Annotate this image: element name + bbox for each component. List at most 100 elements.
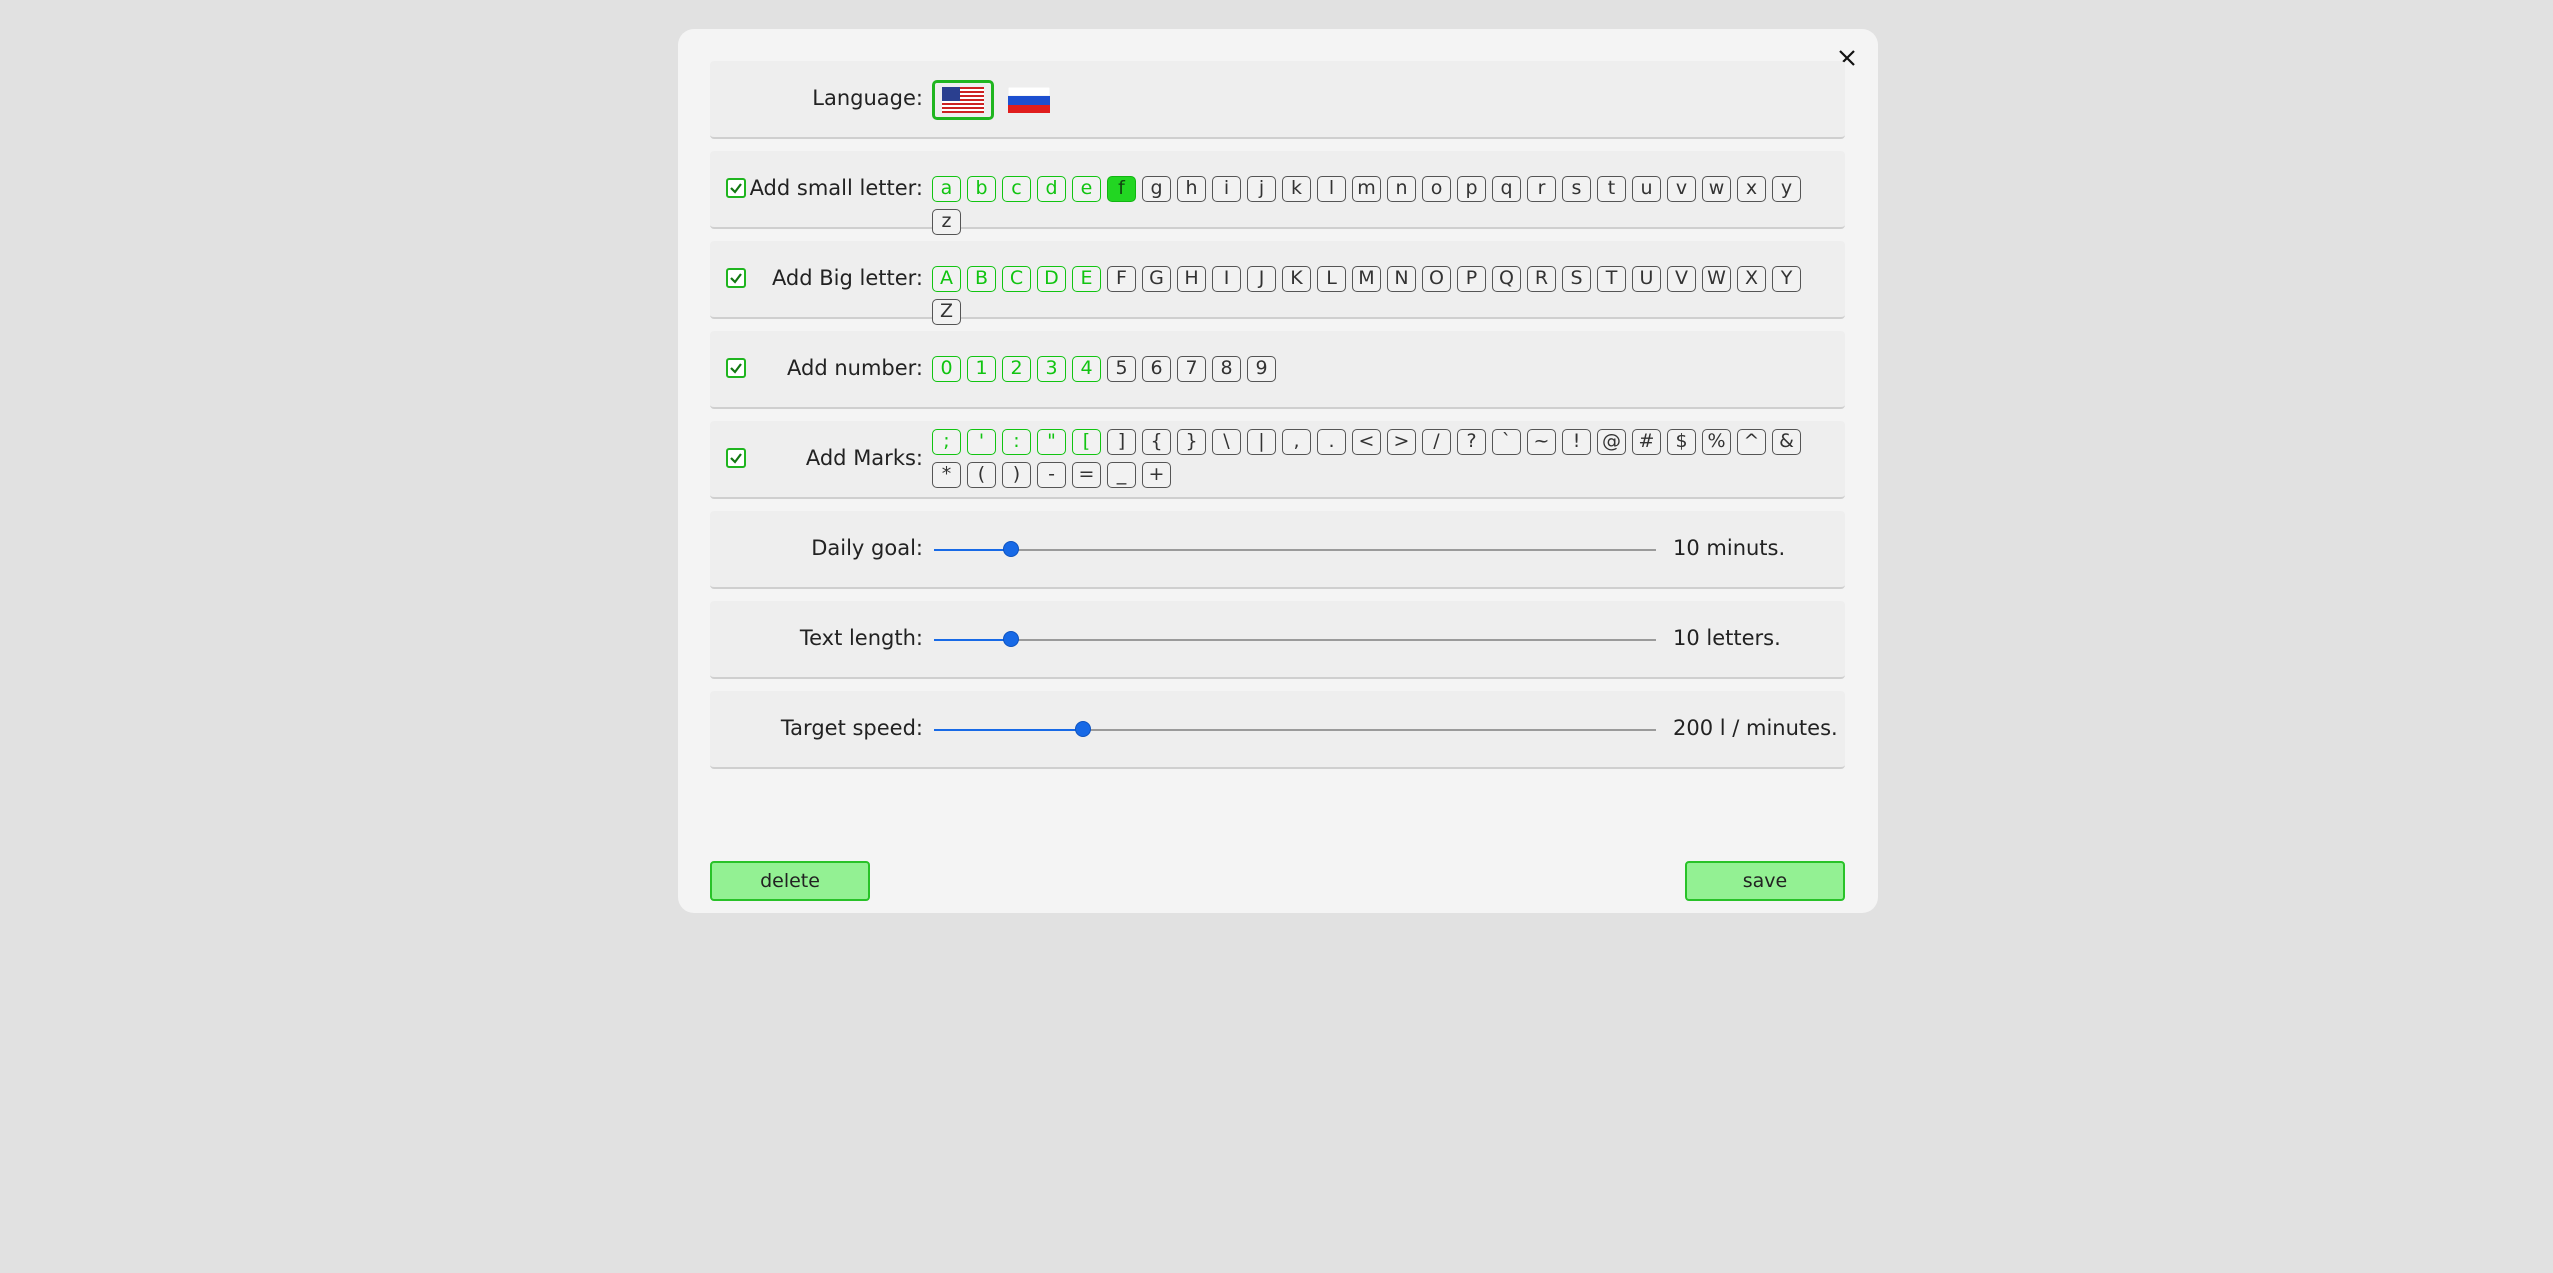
- key-button[interactable]: F: [1107, 266, 1136, 292]
- key-button[interactable]: _: [1107, 462, 1136, 488]
- key-button[interactable]: \: [1212, 429, 1241, 455]
- key-button[interactable]: 8: [1212, 356, 1241, 382]
- key-button[interactable]: .: [1317, 429, 1346, 455]
- key-button[interactable]: ]: [1107, 429, 1136, 455]
- key-button[interactable]: W: [1702, 266, 1731, 292]
- number-checkbox[interactable]: [726, 358, 746, 378]
- key-button[interactable]: !: [1562, 429, 1591, 455]
- key-button[interactable]: w: [1702, 176, 1731, 202]
- key-button[interactable]: &: [1772, 429, 1801, 455]
- key-button[interactable]: 6: [1142, 356, 1171, 382]
- key-button[interactable]: =: [1072, 462, 1101, 488]
- key-button[interactable]: ?: [1457, 429, 1486, 455]
- key-button[interactable]: D: [1037, 266, 1066, 292]
- key-button[interactable]: {: [1142, 429, 1171, 455]
- key-button[interactable]: f: [1107, 176, 1136, 202]
- key-button[interactable]: Q: [1492, 266, 1521, 292]
- key-button[interactable]: v: [1667, 176, 1696, 202]
- key-button[interactable]: 5: [1107, 356, 1136, 382]
- key-button[interactable]: <: [1352, 429, 1381, 455]
- key-button[interactable]: %: [1702, 429, 1731, 455]
- key-button[interactable]: ~: [1527, 429, 1556, 455]
- key-button[interactable]: G: [1142, 266, 1171, 292]
- key-button[interactable]: L: [1317, 266, 1346, 292]
- key-button[interactable]: k: [1282, 176, 1311, 202]
- key-button[interactable]: 9: [1247, 356, 1276, 382]
- key-button[interactable]: N: [1387, 266, 1416, 292]
- key-button[interactable]: r: [1527, 176, 1556, 202]
- key-button[interactable]: `: [1492, 429, 1521, 455]
- key-button[interactable]: h: [1177, 176, 1206, 202]
- key-button[interactable]: 4: [1072, 356, 1101, 382]
- key-button[interactable]: @: [1597, 429, 1626, 455]
- key-button[interactable]: 1: [967, 356, 996, 382]
- key-button[interactable]: C: [1002, 266, 1031, 292]
- key-button[interactable]: y: [1772, 176, 1801, 202]
- key-button[interactable]: H: [1177, 266, 1206, 292]
- key-button[interactable]: *: [932, 462, 961, 488]
- slider-thumb[interactable]: [1003, 631, 1020, 647]
- key-button[interactable]: 2: [1002, 356, 1031, 382]
- key-button[interactable]: J: [1247, 266, 1276, 292]
- key-button[interactable]: z: [932, 209, 961, 235]
- key-button[interactable]: [: [1072, 429, 1101, 455]
- ru-flag-button[interactable]: [998, 80, 1060, 120]
- key-button[interactable]: i: [1212, 176, 1241, 202]
- key-button[interactable]: O: [1422, 266, 1451, 292]
- key-button[interactable]: p: [1457, 176, 1486, 202]
- target-speed-slider[interactable]: [934, 719, 1656, 741]
- key-button[interactable]: 7: [1177, 356, 1206, 382]
- key-button[interactable]: 0: [932, 356, 961, 382]
- key-button[interactable]: E: [1072, 266, 1101, 292]
- slider-thumb[interactable]: [1003, 541, 1020, 557]
- key-button[interactable]: ": [1037, 429, 1066, 455]
- key-button[interactable]: d: [1037, 176, 1066, 202]
- key-button[interactable]: :: [1002, 429, 1031, 455]
- key-button[interactable]: x: [1737, 176, 1766, 202]
- key-button[interactable]: Z: [932, 299, 961, 325]
- key-button[interactable]: S: [1562, 266, 1591, 292]
- key-button[interactable]: V: [1667, 266, 1696, 292]
- key-button[interactable]: $: [1667, 429, 1696, 455]
- key-button[interactable]: ,: [1282, 429, 1311, 455]
- key-button[interactable]: m: [1352, 176, 1381, 202]
- key-button[interactable]: s: [1562, 176, 1591, 202]
- key-button[interactable]: |: [1247, 429, 1276, 455]
- key-button[interactable]: A: [932, 266, 961, 292]
- key-button[interactable]: ^: [1737, 429, 1766, 455]
- marks-checkbox[interactable]: [726, 448, 746, 468]
- key-button[interactable]: -: [1037, 462, 1066, 488]
- key-button[interactable]: R: [1527, 266, 1556, 292]
- daily-goal-slider[interactable]: [934, 539, 1656, 561]
- key-button[interactable]: e: [1072, 176, 1101, 202]
- key-button[interactable]: #: [1632, 429, 1661, 455]
- us-flag-button[interactable]: [932, 80, 994, 120]
- key-button[interactable]: q: [1492, 176, 1521, 202]
- key-button[interactable]: u: [1632, 176, 1661, 202]
- key-button[interactable]: a: [932, 176, 961, 202]
- slider-thumb[interactable]: [1075, 721, 1092, 737]
- key-button[interactable]: U: [1632, 266, 1661, 292]
- key-button[interactable]: l: [1317, 176, 1346, 202]
- save-button[interactable]: save: [1685, 861, 1845, 901]
- key-button[interactable]: 3: [1037, 356, 1066, 382]
- key-button[interactable]: T: [1597, 266, 1626, 292]
- key-button[interactable]: /: [1422, 429, 1451, 455]
- key-button[interactable]: ;: [932, 429, 961, 455]
- key-button[interactable]: (: [967, 462, 996, 488]
- key-button[interactable]: ': [967, 429, 996, 455]
- key-button[interactable]: j: [1247, 176, 1276, 202]
- key-button[interactable]: Y: [1772, 266, 1801, 292]
- key-button[interactable]: o: [1422, 176, 1451, 202]
- key-button[interactable]: K: [1282, 266, 1311, 292]
- big-letter-checkbox[interactable]: [726, 268, 746, 288]
- key-button[interactable]: M: [1352, 266, 1381, 292]
- key-button[interactable]: ): [1002, 462, 1031, 488]
- key-button[interactable]: +: [1142, 462, 1171, 488]
- small-letter-checkbox[interactable]: [726, 178, 746, 198]
- text-length-slider[interactable]: [934, 629, 1656, 651]
- key-button[interactable]: n: [1387, 176, 1416, 202]
- key-button[interactable]: I: [1212, 266, 1241, 292]
- key-button[interactable]: b: [967, 176, 996, 202]
- key-button[interactable]: }: [1177, 429, 1206, 455]
